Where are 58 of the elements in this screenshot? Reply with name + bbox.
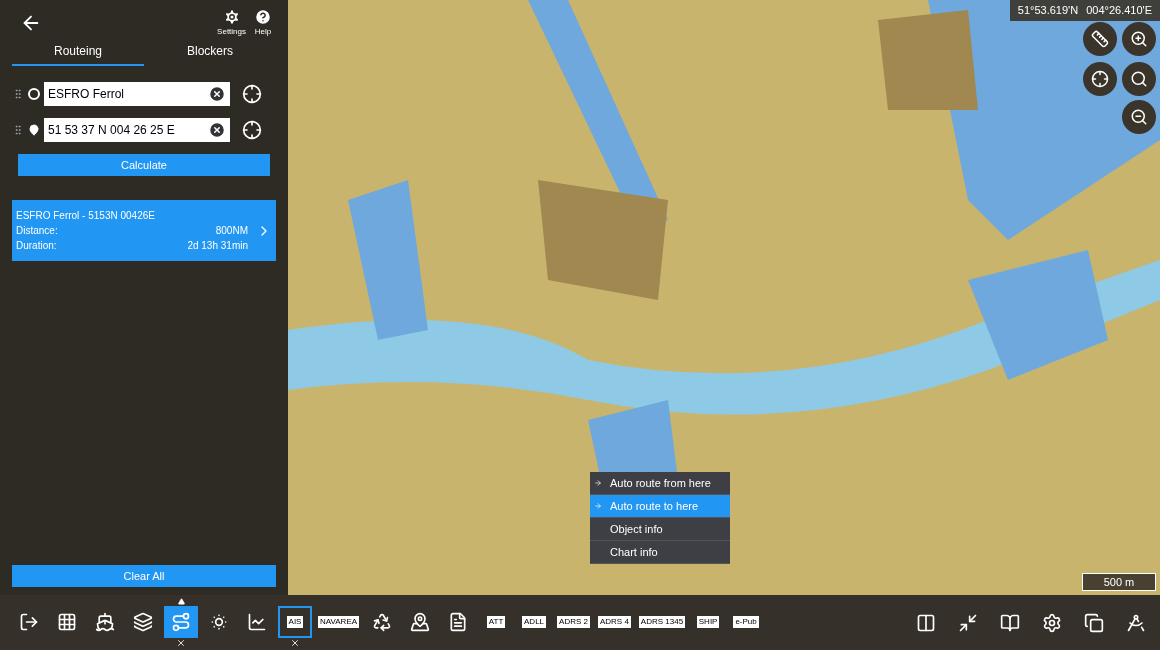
toolbar-button[interactable] (164, 605, 198, 638)
route-icon (171, 611, 191, 632)
clear-icon[interactable] (208, 85, 226, 103)
layer-tag-button[interactable]: ADRS 1345 (636, 605, 688, 638)
route-label: Distance: (16, 224, 58, 238)
zoom-in-icon (1130, 30, 1148, 48)
line-graph-icon (247, 611, 267, 632)
layers-icon (133, 611, 153, 632)
layer-tag-button[interactable]: ATT (479, 605, 514, 638)
map-pin-icon (410, 611, 431, 632)
help-button[interactable]: Help (254, 8, 272, 38)
origin-circle-icon (28, 88, 40, 100)
close-icon[interactable] (176, 637, 186, 648)
recycle-icon (372, 611, 393, 632)
layer-tag-button[interactable]: ADLL (517, 605, 552, 638)
book-icon (1000, 612, 1020, 633)
waypoint-field[interactable]: ESFRO Ferrol (44, 82, 230, 106)
layer-tag-button[interactable]: AIS (278, 605, 312, 638)
help-icon (254, 8, 272, 26)
drag-handle-icon[interactable] (12, 88, 24, 100)
zoom-out-icon (1130, 108, 1148, 126)
clear-icon[interactable] (208, 121, 226, 139)
triangle-icon (177, 598, 185, 605)
grid-icon (57, 611, 77, 632)
waypoint-field[interactable]: 51 53 37 N 004 26 25 E (44, 118, 230, 142)
layer-tag-button[interactable]: e-Pub (729, 605, 764, 638)
coordinate-text: 51°53.619'N (1017, 3, 1079, 18)
search-icon (1130, 70, 1148, 88)
coordinate-text: 004°26.410'E (1086, 3, 1152, 18)
settings-icon (1042, 612, 1062, 633)
route-label: Duration: (16, 239, 57, 253)
route-title: ESFRO Ferrol - 5153N 00426E (16, 209, 156, 223)
compass-icon (1126, 612, 1146, 633)
route-value: 800NM (215, 224, 248, 238)
locate-icon[interactable] (242, 84, 262, 104)
exit-icon (19, 611, 39, 632)
location-pin-icon (28, 124, 40, 136)
arrow-icon (594, 479, 602, 487)
document-icon (448, 611, 469, 632)
layer-tag-button[interactable]: ADRS 4 (595, 605, 633, 638)
tab[interactable]: Blockers (144, 42, 276, 66)
collapse-icon (958, 612, 978, 633)
menu-item[interactable]: Object info (590, 518, 730, 541)
close-icon[interactable] (290, 637, 300, 648)
ruler-icon (1091, 30, 1109, 48)
layer-tag-button[interactable]: SHIP (691, 605, 726, 638)
locate-icon[interactable] (242, 120, 262, 140)
tab[interactable]: Routeing (12, 42, 144, 66)
locate-icon (1091, 70, 1109, 88)
drag-handle-icon[interactable] (12, 124, 24, 136)
layer-tag-button[interactable]: NAVAREA (316, 605, 362, 638)
route-value: 2d 13h 31min (187, 239, 248, 253)
arrow-icon (594, 502, 602, 510)
ship-icon (95, 611, 115, 632)
layer-tag-button[interactable]: ADRS 2 (555, 605, 592, 638)
menu-item[interactable]: Chart info (590, 541, 730, 564)
settings-button[interactable]: Settings (217, 8, 246, 38)
copy-icon (1084, 612, 1104, 633)
